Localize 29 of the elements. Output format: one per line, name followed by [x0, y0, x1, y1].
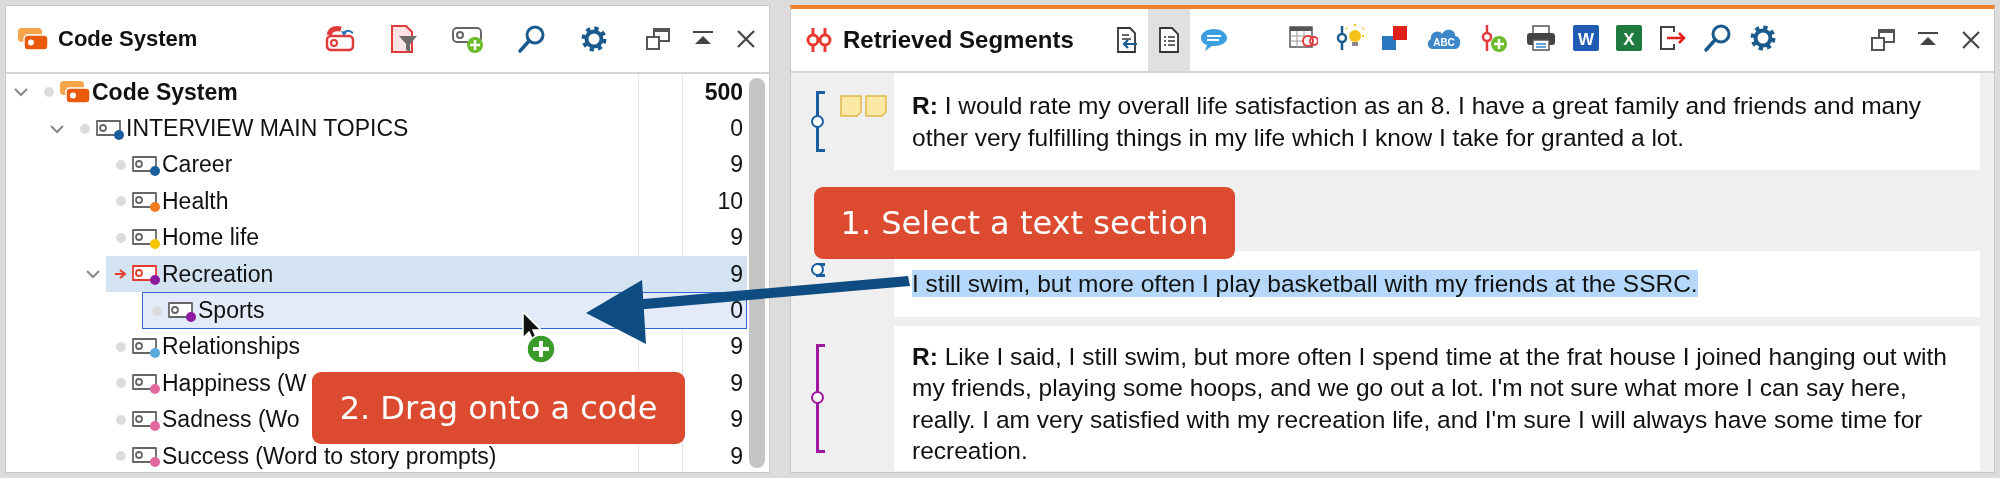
code-count: 9 [730, 260, 743, 288]
code-count: 9 [730, 369, 743, 397]
code-count: 9 [730, 151, 743, 179]
code-label: Sports [198, 297, 265, 325]
code-count: 0 [730, 297, 743, 325]
code-count: 9 [730, 406, 743, 434]
segment-text: R: I would rate my overall life satisfaction as an 8. I have a great family and friends and many other very fulfilling things in my life which I know I take for granted a lot. [912, 92, 1922, 151]
code-label: Success (Word to story prompts) [162, 442, 497, 470]
segment-text: R: Like I said, I still swim, but more often I spend time at the frat house I joined hanging out with my friends, playing some hoops, and we go out a lot. I'm not sure what more I can say here, really. I am very satisfied with my recreation life, and I'm sure I will always have some time for recreation. [912, 342, 1947, 464]
panel-title: Code System [58, 26, 198, 52]
code-label: Home life [162, 224, 260, 252]
code-count: 9 [730, 333, 743, 361]
code-label: Code System [92, 78, 238, 106]
code-count: 9 [730, 442, 743, 470]
code-label: Health [162, 187, 229, 215]
code-count: 500 [704, 78, 743, 106]
code-label: Sadness (Wo [162, 406, 300, 434]
panel-title: Retrieved Segments [843, 26, 1074, 54]
code-count: 9 [730, 224, 743, 252]
instruction-tooltip: 2. Drag onto a code [312, 372, 685, 444]
instruction-tooltip: 1. Select a text section [814, 187, 1235, 259]
code-label: Recreation [162, 260, 274, 288]
code-label: INTERVIEW MAIN TOPICS [126, 115, 409, 143]
code-count: 0 [730, 115, 743, 143]
code-count: 10 [717, 187, 743, 215]
segment-text: I still swim, but more often I play basketball with my friends at the SSRC. [912, 270, 1698, 297]
code-label: Happiness (W [162, 369, 307, 397]
code-label: Relationships [162, 333, 301, 361]
code-label: Career [162, 151, 233, 179]
